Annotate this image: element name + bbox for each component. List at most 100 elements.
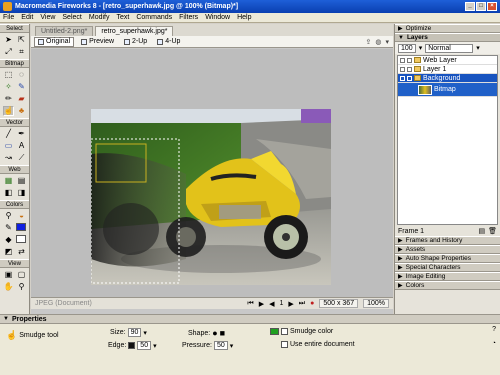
marquee-tool-icon[interactable]: ⬚	[3, 70, 14, 80]
document-options-icon[interactable]: ▾	[385, 38, 389, 46]
zoom-level[interactable]: 100%	[363, 299, 389, 308]
panel-image-editing[interactable]: ▶ Image Editing	[395, 272, 500, 281]
brush-tool-icon[interactable]: ✎	[16, 82, 27, 92]
stamp-tool-icon[interactable]: ♣	[16, 106, 27, 116]
size-dropdown-icon[interactable]: ▾	[143, 329, 147, 337]
options-icon[interactable]: ◔	[492, 340, 496, 347]
pencil-tool-icon[interactable]: ✏	[3, 94, 14, 104]
preview-in-browser-icon[interactable]: ◍	[375, 38, 381, 46]
last-frame-icon[interactable]: ⏭	[299, 300, 305, 308]
menu-view[interactable]: View	[40, 14, 55, 21]
smudge-tool-icon[interactable]: ☝	[3, 106, 14, 116]
prev-frame-icon[interactable]: ◀	[269, 300, 274, 308]
delete-layer-icon[interactable]: 🗑	[488, 227, 497, 235]
standard-screen-icon[interactable]: ▣	[3, 270, 14, 280]
panel-optimize[interactable]: ▶ Optimize	[395, 24, 500, 33]
eye-icon[interactable]	[400, 57, 405, 63]
panel-special-characters[interactable]: ▶ Special Characters	[395, 263, 500, 272]
pressure-input[interactable]: 50	[213, 341, 228, 350]
blend-mode-select[interactable]: Normal	[425, 43, 474, 53]
menu-edit[interactable]: Edit	[21, 14, 33, 21]
edge-input[interactable]: 50	[137, 341, 152, 350]
panel-layers[interactable]: ▼ Layers	[395, 33, 500, 42]
canvas-viewport[interactable]	[31, 49, 393, 297]
eyedropper-tool-icon[interactable]: ⚲	[3, 211, 14, 221]
next-frame-icon[interactable]: ▶	[288, 300, 293, 308]
size-input[interactable]: 90	[127, 328, 142, 337]
menu-filters[interactable]: Filters	[179, 14, 198, 21]
smudge-color-checkbox[interactable]	[281, 328, 288, 335]
default-colors-icon[interactable]: ◩	[3, 247, 14, 257]
smudge-color-swatch[interactable]	[270, 328, 279, 335]
document-size[interactable]: 500 x 367	[319, 299, 359, 308]
close-button[interactable]: ×	[487, 2, 497, 11]
lock-icon[interactable]	[407, 66, 412, 72]
swap-colors-icon[interactable]: ⇄	[16, 247, 27, 257]
menu-select[interactable]: Select	[62, 14, 81, 21]
view-tab-preview[interactable]: Preview	[78, 37, 117, 47]
entire-document-checkbox[interactable]	[281, 341, 288, 348]
menu-text[interactable]: Text	[116, 14, 129, 21]
quick-export-icon[interactable]: ⇪	[366, 38, 372, 46]
full-screen-icon[interactable]: ▢	[16, 270, 27, 280]
lock-icon[interactable]	[407, 57, 412, 63]
slice-tool-icon[interactable]: ▤	[16, 176, 27, 186]
doc-tab-retro-superhawk[interactable]: retro_superhawk.jpg*	[95, 26, 174, 36]
knife-tool-icon[interactable]: ⟋	[16, 153, 27, 163]
layer-row-background[interactable]: Background	[398, 74, 497, 83]
freeform-tool-icon[interactable]: ↝	[3, 153, 14, 163]
menu-modify[interactable]: Modify	[89, 14, 110, 21]
menu-file[interactable]: File	[3, 14, 14, 21]
opacity-dropdown-icon[interactable]: ▾	[419, 44, 423, 52]
layer-row-web-layer[interactable]: Web Layer	[398, 56, 497, 65]
view-tab-4up[interactable]: 4-Up	[154, 37, 183, 47]
text-tool-icon[interactable]: A	[16, 141, 27, 151]
line-tool-icon[interactable]: ╱	[3, 129, 14, 139]
eye-icon[interactable]	[400, 66, 405, 72]
magic-wand-icon[interactable]: ✧	[3, 82, 14, 92]
pressure-dropdown-icon[interactable]: ▾	[230, 342, 234, 350]
stroke-color-swatch[interactable]	[16, 223, 26, 231]
play-icon[interactable]: ▶	[259, 300, 264, 308]
panel-auto-shape-properties[interactable]: ▶ Auto Shape Properties	[395, 254, 500, 263]
hotspot-tool-icon[interactable]: ▦	[3, 176, 14, 186]
lock-icon[interactable]	[407, 75, 412, 81]
canvas-image[interactable]	[91, 109, 331, 285]
round-shape-icon[interactable]: ●	[212, 328, 217, 338]
doc-tab-untitled[interactable]: Untitled-2.png*	[35, 26, 94, 36]
view-tab-original[interactable]: Original	[34, 36, 75, 47]
pointer-tool-icon[interactable]: ➤	[3, 35, 14, 45]
rectangle-tool-icon[interactable]: ▭	[3, 141, 14, 151]
paint-bucket-icon[interactable]: ◒	[16, 211, 27, 221]
properties-header[interactable]: ▼ Properties	[0, 315, 500, 324]
hand-tool-icon[interactable]: ✋	[3, 282, 14, 292]
eraser-tool-icon[interactable]: ▰	[16, 94, 27, 104]
maximize-button[interactable]: □	[476, 2, 486, 11]
layer-row-layer-1[interactable]: Layer 1	[398, 65, 497, 74]
menu-window[interactable]: Window	[205, 14, 230, 21]
lasso-tool-icon[interactable]: ◌	[16, 70, 27, 80]
fill-color-swatch[interactable]	[16, 235, 26, 243]
fill-color-icon[interactable]: ◆	[3, 235, 14, 245]
pen-tool-icon[interactable]: ✒	[16, 129, 27, 139]
edge-dropdown-icon[interactable]: ▾	[153, 342, 157, 350]
panel-assets[interactable]: ▶ Assets	[395, 245, 500, 254]
minimize-button[interactable]: _	[465, 2, 475, 11]
blend-dropdown-icon[interactable]: ▾	[476, 44, 480, 52]
help-icon[interactable]: ?	[492, 326, 496, 333]
hide-slices-icon[interactable]: ◧	[3, 188, 14, 198]
menu-help[interactable]: Help	[237, 14, 251, 21]
square-shape-icon[interactable]: ■	[220, 328, 225, 338]
new-layer-icon[interactable]: ▤	[478, 227, 485, 235]
scale-tool-icon[interactable]: ⤢	[3, 47, 14, 57]
crop-tool-icon[interactable]: ⌗	[16, 47, 27, 57]
menu-commands[interactable]: Commands	[136, 14, 172, 21]
zoom-tool-icon[interactable]: ⚲	[16, 282, 27, 292]
object-row-bitmap[interactable]: Bitmap	[398, 83, 497, 97]
panel-colors[interactable]: ▶ Colors	[395, 281, 500, 290]
subselect-tool-icon[interactable]: ⇱	[16, 35, 27, 45]
eye-icon[interactable]	[400, 75, 405, 81]
first-frame-icon[interactable]: ⏮	[247, 300, 253, 308]
stop-icon[interactable]: ●	[310, 300, 314, 307]
show-slices-icon[interactable]: ◨	[16, 188, 27, 198]
